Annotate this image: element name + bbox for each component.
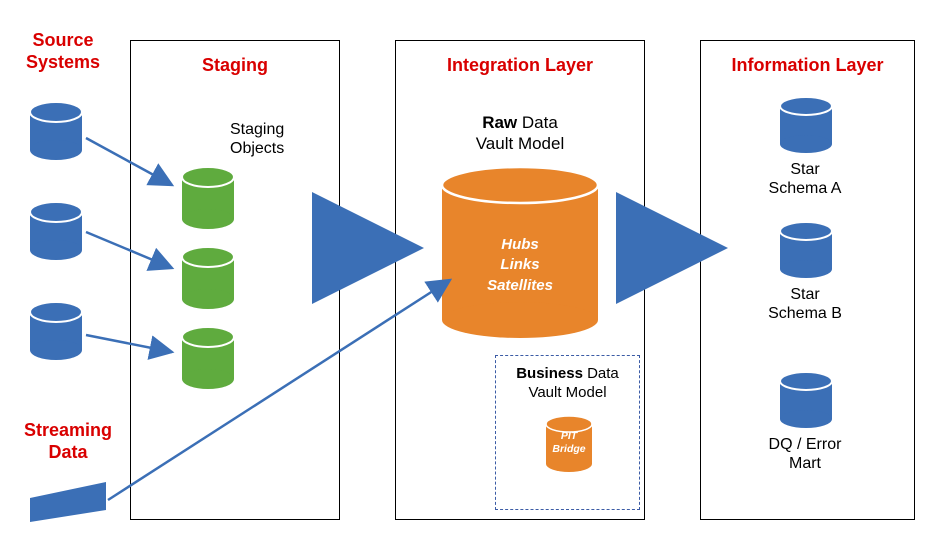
arrows-layer xyxy=(0,0,942,553)
